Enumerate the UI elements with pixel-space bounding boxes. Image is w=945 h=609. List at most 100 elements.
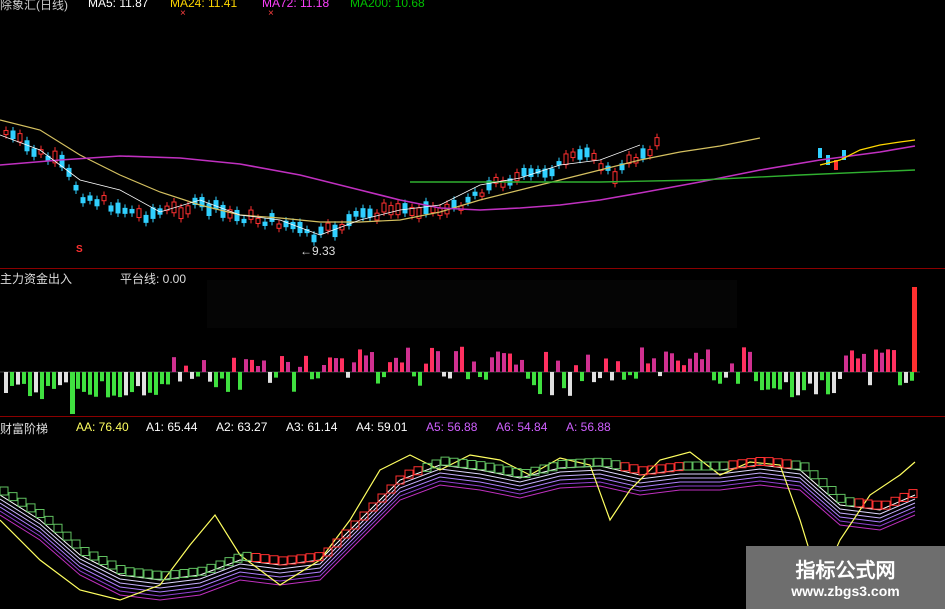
candle-body <box>381 202 387 213</box>
fund-bar <box>472 361 476 372</box>
candle-body <box>255 217 261 224</box>
fund-bar <box>886 349 890 372</box>
candle-body <box>640 148 646 159</box>
candle-body <box>108 205 114 212</box>
fund-bar <box>442 372 446 377</box>
fund-bar <box>910 372 914 381</box>
candle-body <box>325 222 331 231</box>
candle-body <box>395 203 401 216</box>
candle-body <box>3 130 9 136</box>
fund-bar <box>892 350 896 372</box>
candle-body <box>262 221 268 226</box>
candle-body <box>129 208 135 214</box>
fund-bar <box>574 365 578 372</box>
fund-bar <box>820 372 824 381</box>
candle-body <box>818 148 822 158</box>
fund-bar <box>712 372 716 381</box>
fund-bar <box>484 372 488 380</box>
ladder-step-box <box>872 500 882 510</box>
ladder-step-box <box>8 492 18 502</box>
candle-body <box>143 214 149 223</box>
ma72-line <box>0 145 916 211</box>
candle-body <box>213 200 219 210</box>
candle-body <box>241 218 247 224</box>
candle-body <box>423 201 429 215</box>
fund-bar <box>514 364 518 372</box>
fund-bar <box>730 363 734 372</box>
ladder-step-box <box>440 456 450 466</box>
ladder-step-box <box>107 560 117 570</box>
ma24-line <box>0 119 761 223</box>
candle-body <box>276 223 282 229</box>
fund-bar <box>580 372 584 382</box>
fund-bar <box>184 365 188 372</box>
fund-bar <box>148 372 152 393</box>
fund-bar <box>178 372 182 382</box>
fund-bar <box>874 349 878 372</box>
candle-body <box>206 203 212 217</box>
fund-bar <box>94 372 98 397</box>
ladder-step-box <box>134 568 144 578</box>
candle-body <box>94 199 100 207</box>
fund-bar <box>10 372 14 386</box>
fund-bar <box>394 357 398 372</box>
watermark-title: 指标公式网 <box>795 560 896 582</box>
fund-bar <box>208 372 212 382</box>
candle-body <box>101 195 107 202</box>
ladder-step-box <box>791 460 801 470</box>
fund-bar <box>160 372 164 385</box>
ladder-step-box <box>782 459 792 469</box>
fund-bar <box>334 358 338 372</box>
candle-body <box>311 234 317 243</box>
fund-bar <box>256 366 260 372</box>
candle-body <box>136 208 142 219</box>
ladder-step-box <box>62 531 72 541</box>
ladder-step-box <box>494 464 504 474</box>
fund-bar <box>16 372 20 385</box>
candle-body <box>87 195 93 201</box>
fund-bar <box>718 372 722 384</box>
fund-bar <box>520 359 524 372</box>
fund-bar <box>280 356 284 372</box>
candle-body <box>248 209 254 220</box>
fund-bar-spike <box>912 287 917 372</box>
fund-bar <box>46 372 50 386</box>
fund-bar <box>676 360 680 372</box>
fund-bar <box>664 351 668 372</box>
candle-body <box>528 168 534 177</box>
ladder-step-box <box>611 460 621 470</box>
fund-bar <box>634 372 638 379</box>
fund-bar <box>196 372 200 377</box>
fund-bar <box>262 360 266 372</box>
fund-bar <box>406 347 410 372</box>
fund-bar <box>838 372 842 379</box>
fund-bar <box>358 349 362 372</box>
ladder-step-box <box>683 461 693 471</box>
ladder-step-box <box>251 553 261 562</box>
candle-body <box>80 197 86 204</box>
candle-body <box>73 184 79 191</box>
fund-bar <box>760 372 764 391</box>
fund-bar <box>268 372 272 383</box>
ladder-step-box <box>143 569 153 579</box>
fund-bar <box>22 372 26 384</box>
candle-body <box>115 202 121 214</box>
fund-bar <box>106 372 110 398</box>
fund-bar <box>142 372 146 396</box>
fund-bar <box>658 372 662 377</box>
fund-bar <box>790 372 794 398</box>
fund-bar <box>622 372 626 380</box>
ladder-step-box <box>71 539 81 549</box>
ladder-step-box <box>827 486 837 495</box>
candle-body <box>178 207 184 220</box>
fund-bar <box>226 372 230 392</box>
ladder-step-box <box>755 457 765 466</box>
fund-bar <box>40 372 44 400</box>
ladder-step-box <box>0 486 9 496</box>
fund-bar <box>652 358 656 372</box>
ladder-step-box <box>260 554 270 564</box>
candle-body <box>570 151 576 159</box>
candle-body <box>647 149 653 157</box>
fund-bar <box>814 372 818 395</box>
ladder-step-box <box>458 458 468 468</box>
